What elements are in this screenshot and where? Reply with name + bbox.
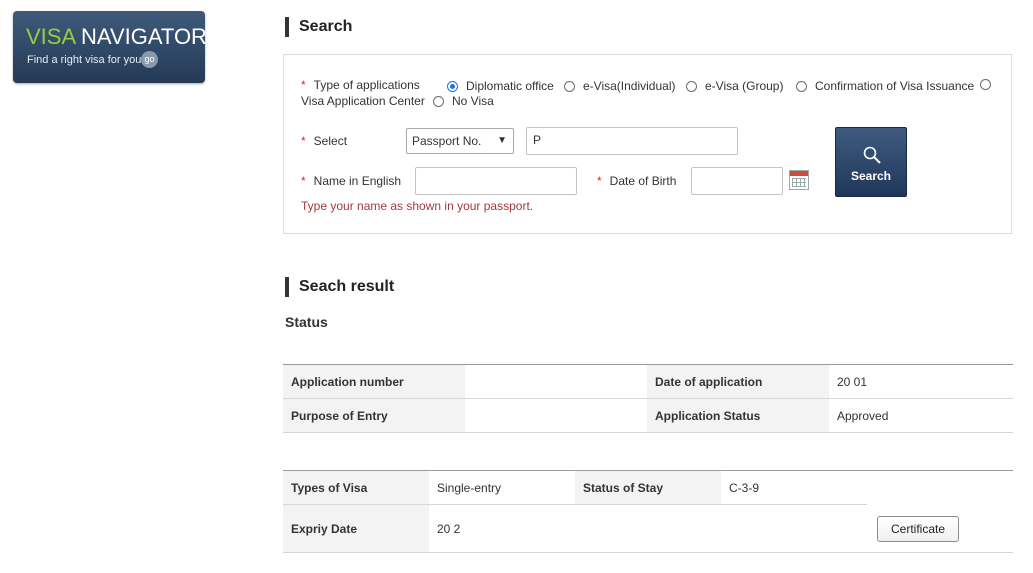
date-of-birth-label: * Date of Birth [597,174,676,188]
select-label: * Select [301,134,347,148]
chevron-down-icon: ▼ [497,135,507,146]
types-of-visa-value: Single-entry [429,470,575,505]
radio-no-visa[interactable]: No Visa [433,94,494,108]
radio-button[interactable] [980,79,991,90]
status-heading: Status [285,314,328,330]
radio-confirmation-visa-issuance[interactable]: Confirmation of Visa Issuance [796,79,974,93]
radio-button[interactable] [564,80,575,92]
calendar-icon[interactable] [789,170,809,190]
banner-title: VISA NAVIGATOR [26,24,207,50]
radio-label-visa-application-center[interactable]: Visa Application Center [301,94,425,108]
radio-diplomatic-office[interactable]: Diplomatic office [447,79,554,93]
search-heading: Search [285,17,352,37]
go-button[interactable]: go [141,51,158,68]
purpose-of-entry-label: Purpose of Entry [283,398,465,433]
banner-subtitle: Find a right visa for you [27,54,142,66]
application-number-value [465,364,647,399]
radio-label: e-Visa(Individual) [583,79,676,93]
radio-evisa-group[interactable]: e-Visa (Group) [686,79,783,93]
radio-label: No Visa [452,94,494,108]
table-row: Application number Date of application 2… [283,364,1013,399]
search-result-heading: Seach result [285,277,394,297]
table-row: Types of Visa Single-entry Status of Sta… [283,470,1013,505]
search-icon [863,146,881,164]
status-of-stay-label: Status of Stay [575,470,721,505]
type-of-applications-label: * Type of applications [301,78,420,92]
search-button-label: Search [850,169,892,183]
passport-number-input[interactable]: P [526,127,738,155]
name-label-text: Name in English [313,174,402,188]
radio-button[interactable] [796,80,807,92]
name-hint: Type your name as shown in your passport… [301,199,534,213]
radio-visa-application-center[interactable] [980,79,999,90]
application-number-label: Application number [283,364,465,399]
radio-evisa-individual[interactable]: e-Visa(Individual) [564,79,676,93]
radio-button[interactable] [433,95,444,107]
application-status-label: Application Status [647,398,829,433]
dob-label-text: Date of Birth [609,174,677,188]
name-in-english-input[interactable] [415,167,577,195]
table-row: Purpose of Entry Application Status Appr… [283,398,1013,433]
expiry-date-label: Expriy Date [283,504,429,553]
required-mark: * [301,174,306,188]
certificate-button[interactable]: Certificate [877,516,959,542]
visa-navigator-banner[interactable]: VISA NAVIGATOR Find a right visa for you… [13,11,207,83]
empty-cell [867,471,1013,505]
search-button[interactable]: Search [835,127,907,197]
application-summary-table: Application number Date of application 2… [283,364,1013,433]
radio-button[interactable] [686,80,697,92]
required-mark: * [301,134,306,148]
required-mark: * [301,78,306,92]
select-value: Passport No. [412,134,482,148]
select-label-text: Select [313,134,348,148]
status-of-stay-value: C-3-9 [721,470,867,505]
purpose-of-entry-value [465,398,647,433]
application-status-value: Approved [829,398,1013,433]
radio-label: e-Visa (Group) [705,79,784,93]
radio-label: Confirmation of Visa Issuance [815,79,975,93]
types-of-visa-label: Types of Visa [283,470,429,505]
banner-title-visa: VISA [26,24,75,49]
required-mark: * [597,174,602,188]
type-label-text: Type of applications [313,78,420,92]
name-in-english-label: * Name in English [301,174,401,188]
date-of-application-value: 20 01 [829,364,1013,399]
banner-title-navigator: NAVIGATOR [74,24,207,49]
date-of-application-label: Date of application [647,364,829,399]
radio-button-checked[interactable] [447,80,458,92]
search-panel: * Type of applications Diplomatic office … [283,54,1012,234]
id-type-select[interactable]: Passport No. ▼ [406,128,514,154]
radio-label: Diplomatic office [466,79,554,93]
date-of-birth-input[interactable] [691,167,783,195]
